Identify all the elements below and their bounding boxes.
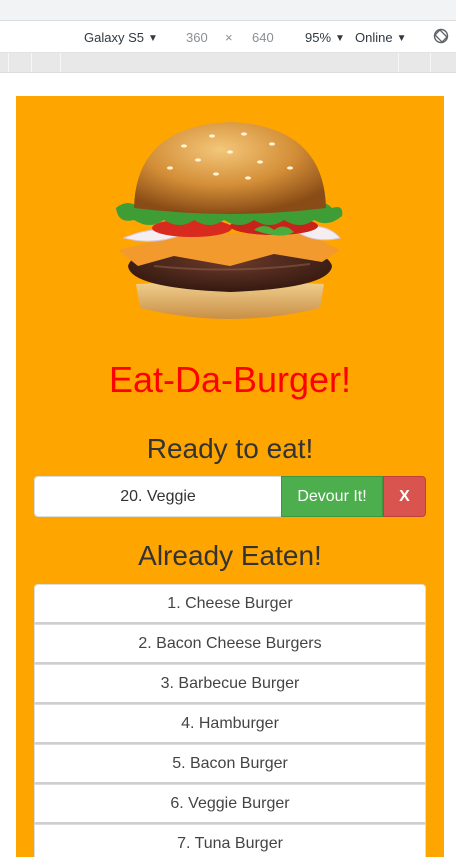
viewport-width-field[interactable]: 360	[186, 30, 208, 45]
page-title: Eat-Da-Burger!	[108, 359, 352, 400]
chevron-down-icon: ▼	[335, 33, 345, 44]
rotate-icon[interactable]	[433, 28, 449, 44]
ruler-tick	[398, 53, 399, 72]
devtools-top-strip	[0, 0, 456, 20]
ruler-tick	[430, 53, 431, 72]
zoom-select-label: 95%	[305, 30, 332, 45]
ready-burger-row: 20. Veggie Devour It! X	[34, 476, 426, 517]
viewport-height-field[interactable]: 640	[252, 30, 274, 45]
delete-burger-button[interactable]: X	[383, 476, 426, 517]
devour-button[interactable]: Devour It!	[281, 476, 383, 517]
list-item: 2. Bacon Cheese Burgers	[34, 624, 426, 664]
dimension-separator: ×	[225, 30, 233, 45]
burger-image	[116, 122, 343, 319]
list-item: 7. Tuna Burger	[34, 824, 426, 857]
device-toolbar: Galaxy S5 ▼ 360 × 640 95% ▼ Online ▼	[0, 20, 456, 53]
network-throttle-select[interactable]: Online ▼	[355, 30, 406, 45]
ruler-tick	[8, 53, 9, 72]
media-query-ruler[interactable]	[0, 53, 456, 73]
chevron-down-icon: ▼	[396, 33, 407, 44]
eaten-burger-list: 1. Cheese Burger 2. Bacon Cheese Burgers…	[34, 584, 426, 857]
list-item: 4. Hamburger	[34, 704, 426, 744]
device-select-label: Galaxy S5	[84, 30, 144, 45]
ruler-tick	[60, 53, 61, 72]
ruler-tick	[31, 53, 32, 72]
device-select[interactable]: Galaxy S5 ▼	[84, 30, 158, 45]
already-eaten-heading: Already Eaten!	[138, 540, 322, 571]
zoom-select[interactable]: 95% ▼	[305, 30, 345, 45]
chevron-down-icon: ▼	[147, 33, 158, 44]
network-throttle-label: Online	[355, 30, 393, 45]
ready-burger-name: 20. Veggie	[34, 476, 282, 517]
list-item: 6. Veggie Burger	[34, 784, 426, 824]
list-item: 1. Cheese Burger	[34, 584, 426, 624]
burger-page: Eat-Da-Burger! Ready to eat! 20. Veggie …	[16, 96, 444, 857]
ready-to-eat-heading: Ready to eat!	[146, 433, 314, 464]
list-item: 3. Barbecue Burger	[34, 664, 426, 704]
list-item: 5. Bacon Burger	[34, 744, 426, 784]
